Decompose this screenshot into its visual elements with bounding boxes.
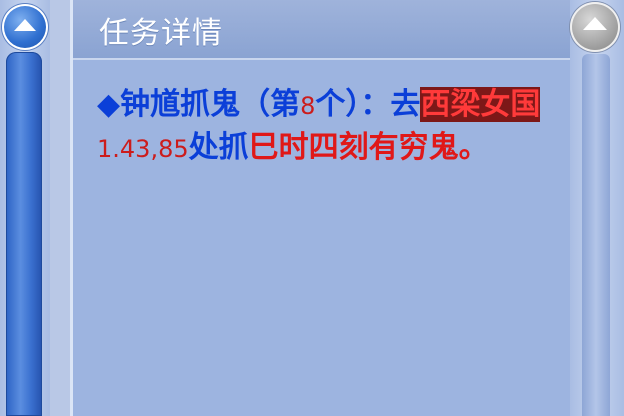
- task-description: ◆钟馗抓鬼（第8个）：去西梁女国 1.43,85处抓巳时四刻有穷鬼。: [97, 84, 559, 170]
- task-location-part2: 梁女国: [450, 87, 541, 122]
- left-scroll-thumb[interactable]: [6, 52, 42, 416]
- right-scrollbar[interactable]: [570, 0, 624, 416]
- task-coords: 1.43,85: [97, 135, 189, 163]
- triangle-up-icon: [14, 19, 36, 31]
- task-mid: 个）：去: [315, 87, 421, 122]
- task-end: 。: [458, 130, 489, 165]
- task-target-part1: 巳时四刻: [248, 130, 369, 165]
- bullet-diamond-icon: ◆: [97, 87, 121, 122]
- task-target-part2: 有穷鬼: [368, 130, 459, 165]
- triangle-up-icon: [583, 17, 607, 30]
- panel-title: 任务详情: [99, 16, 223, 51]
- task-action: 处抓: [188, 130, 249, 165]
- task-location-part1: 西: [420, 87, 451, 122]
- task-count: 8: [300, 92, 316, 120]
- task-detail-panel: 任务详情 ◆钟馗抓鬼（第8个）：去西梁女国 1.43,85处抓巳时四刻有穷鬼。: [70, 0, 570, 416]
- panel-header: 任务详情: [73, 0, 570, 60]
- left-scrollbar[interactable]: [0, 0, 50, 416]
- left-scroll-up-button[interactable]: [2, 4, 48, 50]
- task-prefix: 钟馗抓鬼（第: [120, 87, 301, 122]
- right-scroll-track[interactable]: [582, 54, 610, 416]
- right-scroll-up-button[interactable]: [570, 2, 620, 52]
